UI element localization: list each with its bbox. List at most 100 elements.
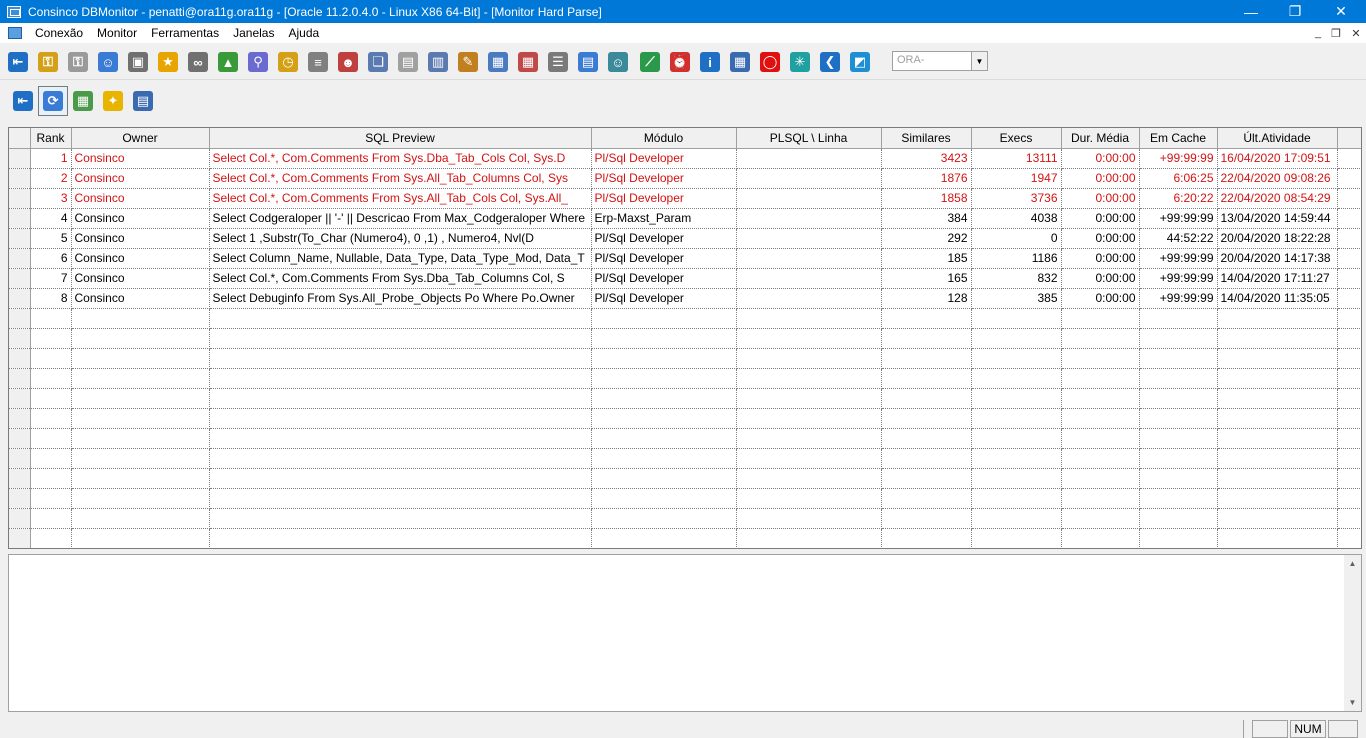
table-row[interactable] — [9, 468, 1361, 489]
cell-em-cache[interactable]: +99:99:99 — [1139, 268, 1218, 289]
row-selector[interactable] — [9, 528, 31, 548]
cell-modulo[interactable] — [591, 428, 737, 449]
cell-em-cache[interactable] — [1139, 328, 1218, 349]
cell-owner[interactable]: Consinco — [71, 168, 210, 189]
cell-modulo[interactable] — [591, 408, 737, 429]
cell-plsql-linha[interactable] — [736, 188, 882, 209]
cell-modulo[interactable]: Pl/Sql Developer — [591, 288, 737, 309]
cell-modulo[interactable] — [591, 488, 737, 509]
cell-sql-preview[interactable] — [209, 408, 592, 429]
toolbar-button-chart-colors[interactable]: ▲ — [214, 48, 242, 76]
cell-ult-atividade[interactable] — [1217, 328, 1338, 349]
toolbar-button-oracle[interactable]: ◯ — [756, 48, 784, 76]
table-row[interactable] — [9, 448, 1361, 469]
cell-rank[interactable] — [30, 328, 72, 349]
row-selector[interactable] — [9, 228, 31, 249]
row-selector[interactable] — [9, 328, 31, 349]
table-row[interactable] — [9, 368, 1361, 389]
cell-rank[interactable]: 7 — [30, 268, 72, 289]
cell-modulo[interactable] — [591, 388, 737, 409]
cell-rank[interactable] — [30, 408, 72, 429]
cell-sql-preview[interactable]: Select Col.*, Com.Comments From Sys.Dba_… — [209, 268, 592, 289]
table-row[interactable] — [9, 428, 1361, 449]
cell-execs[interactable] — [971, 468, 1062, 489]
toolbar-button-exit-door[interactable]: ⇤ — [4, 48, 32, 76]
mdi-close-button[interactable]: ✕ — [1346, 23, 1366, 43]
cell-ult-atividade[interactable] — [1217, 528, 1338, 548]
cell-ult-atividade[interactable] — [1217, 308, 1338, 329]
cell-owner[interactable] — [71, 388, 210, 409]
cell-sql-preview[interactable]: Select 1 ,Substr(To_Char (Numero4), 0 ,1… — [209, 228, 592, 249]
row-selector[interactable] — [9, 488, 31, 509]
cell-owner[interactable] — [71, 428, 210, 449]
cell-sql-preview[interactable] — [209, 508, 592, 529]
table-row[interactable] — [9, 528, 1361, 548]
toolbar-button-book[interactable]: ◩ — [846, 48, 874, 76]
cell-plsql-linha[interactable] — [736, 328, 882, 349]
cell-rank[interactable] — [30, 488, 72, 509]
cell-similares[interactable]: 128 — [881, 288, 972, 309]
toolbar-button-star[interactable]: ★ — [154, 48, 182, 76]
menu-ajuda[interactable]: Ajuda — [281, 26, 326, 40]
cell-sql-preview[interactable] — [209, 468, 592, 489]
monitor-toolbar-button-lightbulb[interactable]: ✦ — [98, 86, 128, 116]
cell-sql-preview[interactable]: Select Debuginfo From Sys.All_Probe_Obje… — [209, 288, 592, 309]
cell-rank[interactable]: 4 — [30, 208, 72, 229]
cell-ult-atividade[interactable] — [1217, 428, 1338, 449]
column-header-modulo[interactable]: Módulo — [591, 128, 737, 149]
cell-ult-atividade[interactable]: 14/04/2020 11:35:05 — [1217, 288, 1338, 309]
cell-em-cache[interactable]: +99:99:99 — [1139, 288, 1218, 309]
toolbar-button-lock[interactable]: ▣ — [124, 48, 152, 76]
cell-rank[interactable]: 8 — [30, 288, 72, 309]
column-header-em-cache[interactable]: Em Cache — [1139, 128, 1218, 149]
cell-ult-atividade[interactable] — [1217, 368, 1338, 389]
toolbar-button-calculator[interactable]: ▦ — [726, 48, 754, 76]
row-selector[interactable] — [9, 428, 31, 449]
cell-similares[interactable]: 292 — [881, 228, 972, 249]
cell-em-cache[interactable] — [1139, 388, 1218, 409]
cell-sql-preview[interactable] — [209, 368, 592, 389]
cell-dur-media[interactable]: 0:00:00 — [1061, 188, 1140, 209]
cell-dur-media[interactable]: 0:00:00 — [1061, 168, 1140, 189]
close-button[interactable]: ✕ — [1318, 0, 1364, 23]
cell-execs[interactable] — [971, 488, 1062, 509]
menu-monitor[interactable]: Monitor — [90, 26, 144, 40]
row-selector[interactable] — [9, 388, 31, 409]
cell-owner[interactable] — [71, 348, 210, 369]
cell-dur-media[interactable]: 0:00:00 — [1061, 288, 1140, 309]
cell-owner[interactable] — [71, 308, 210, 329]
cell-execs[interactable]: 4038 — [971, 208, 1062, 229]
cell-plsql-linha[interactable] — [736, 268, 882, 289]
table-row[interactable]: 8 Consinco Select Debuginfo From Sys.All_P… — [9, 288, 1361, 309]
cell-ult-atividade[interactable] — [1217, 468, 1338, 489]
cell-dur-media[interactable] — [1061, 328, 1140, 349]
cell-sql-preview[interactable]: Select Column_Name, Nullable, Data_Type,… — [209, 248, 592, 269]
cell-dur-media[interactable] — [1061, 408, 1140, 429]
cell-execs[interactable]: 1947 — [971, 168, 1062, 189]
cell-dur-media[interactable] — [1061, 308, 1140, 329]
row-selector[interactable] — [9, 188, 31, 209]
table-row[interactable] — [9, 488, 1361, 509]
cell-rank[interactable]: 6 — [30, 248, 72, 269]
cell-plsql-linha[interactable] — [736, 208, 882, 229]
cell-owner[interactable]: Consinco — [71, 248, 210, 269]
cell-em-cache[interactable] — [1139, 428, 1218, 449]
toolbar-button-users-group[interactable]: ☻ — [334, 48, 362, 76]
cell-similares[interactable] — [881, 348, 972, 369]
cell-rank[interactable] — [30, 468, 72, 489]
cell-execs[interactable]: 385 — [971, 288, 1062, 309]
sql-detail-text[interactable] — [9, 555, 1361, 561]
cell-ult-atividade[interactable]: 22/04/2020 09:08:26 — [1217, 168, 1338, 189]
cell-modulo[interactable] — [591, 328, 737, 349]
cell-modulo[interactable]: Erp-Maxst_Param — [591, 208, 737, 229]
cell-rank[interactable]: 1 — [30, 148, 72, 169]
cell-dur-media[interactable]: 0:00:00 — [1061, 248, 1140, 269]
toolbar-button-user[interactable]: ☺ — [94, 48, 122, 76]
cell-plsql-linha[interactable] — [736, 248, 882, 269]
row-selector[interactable] — [9, 448, 31, 469]
cell-plsql-linha[interactable] — [736, 228, 882, 249]
cell-dur-media[interactable] — [1061, 528, 1140, 548]
cell-execs[interactable]: 0 — [971, 228, 1062, 249]
cell-execs[interactable] — [971, 348, 1062, 369]
cell-dur-media[interactable] — [1061, 348, 1140, 369]
